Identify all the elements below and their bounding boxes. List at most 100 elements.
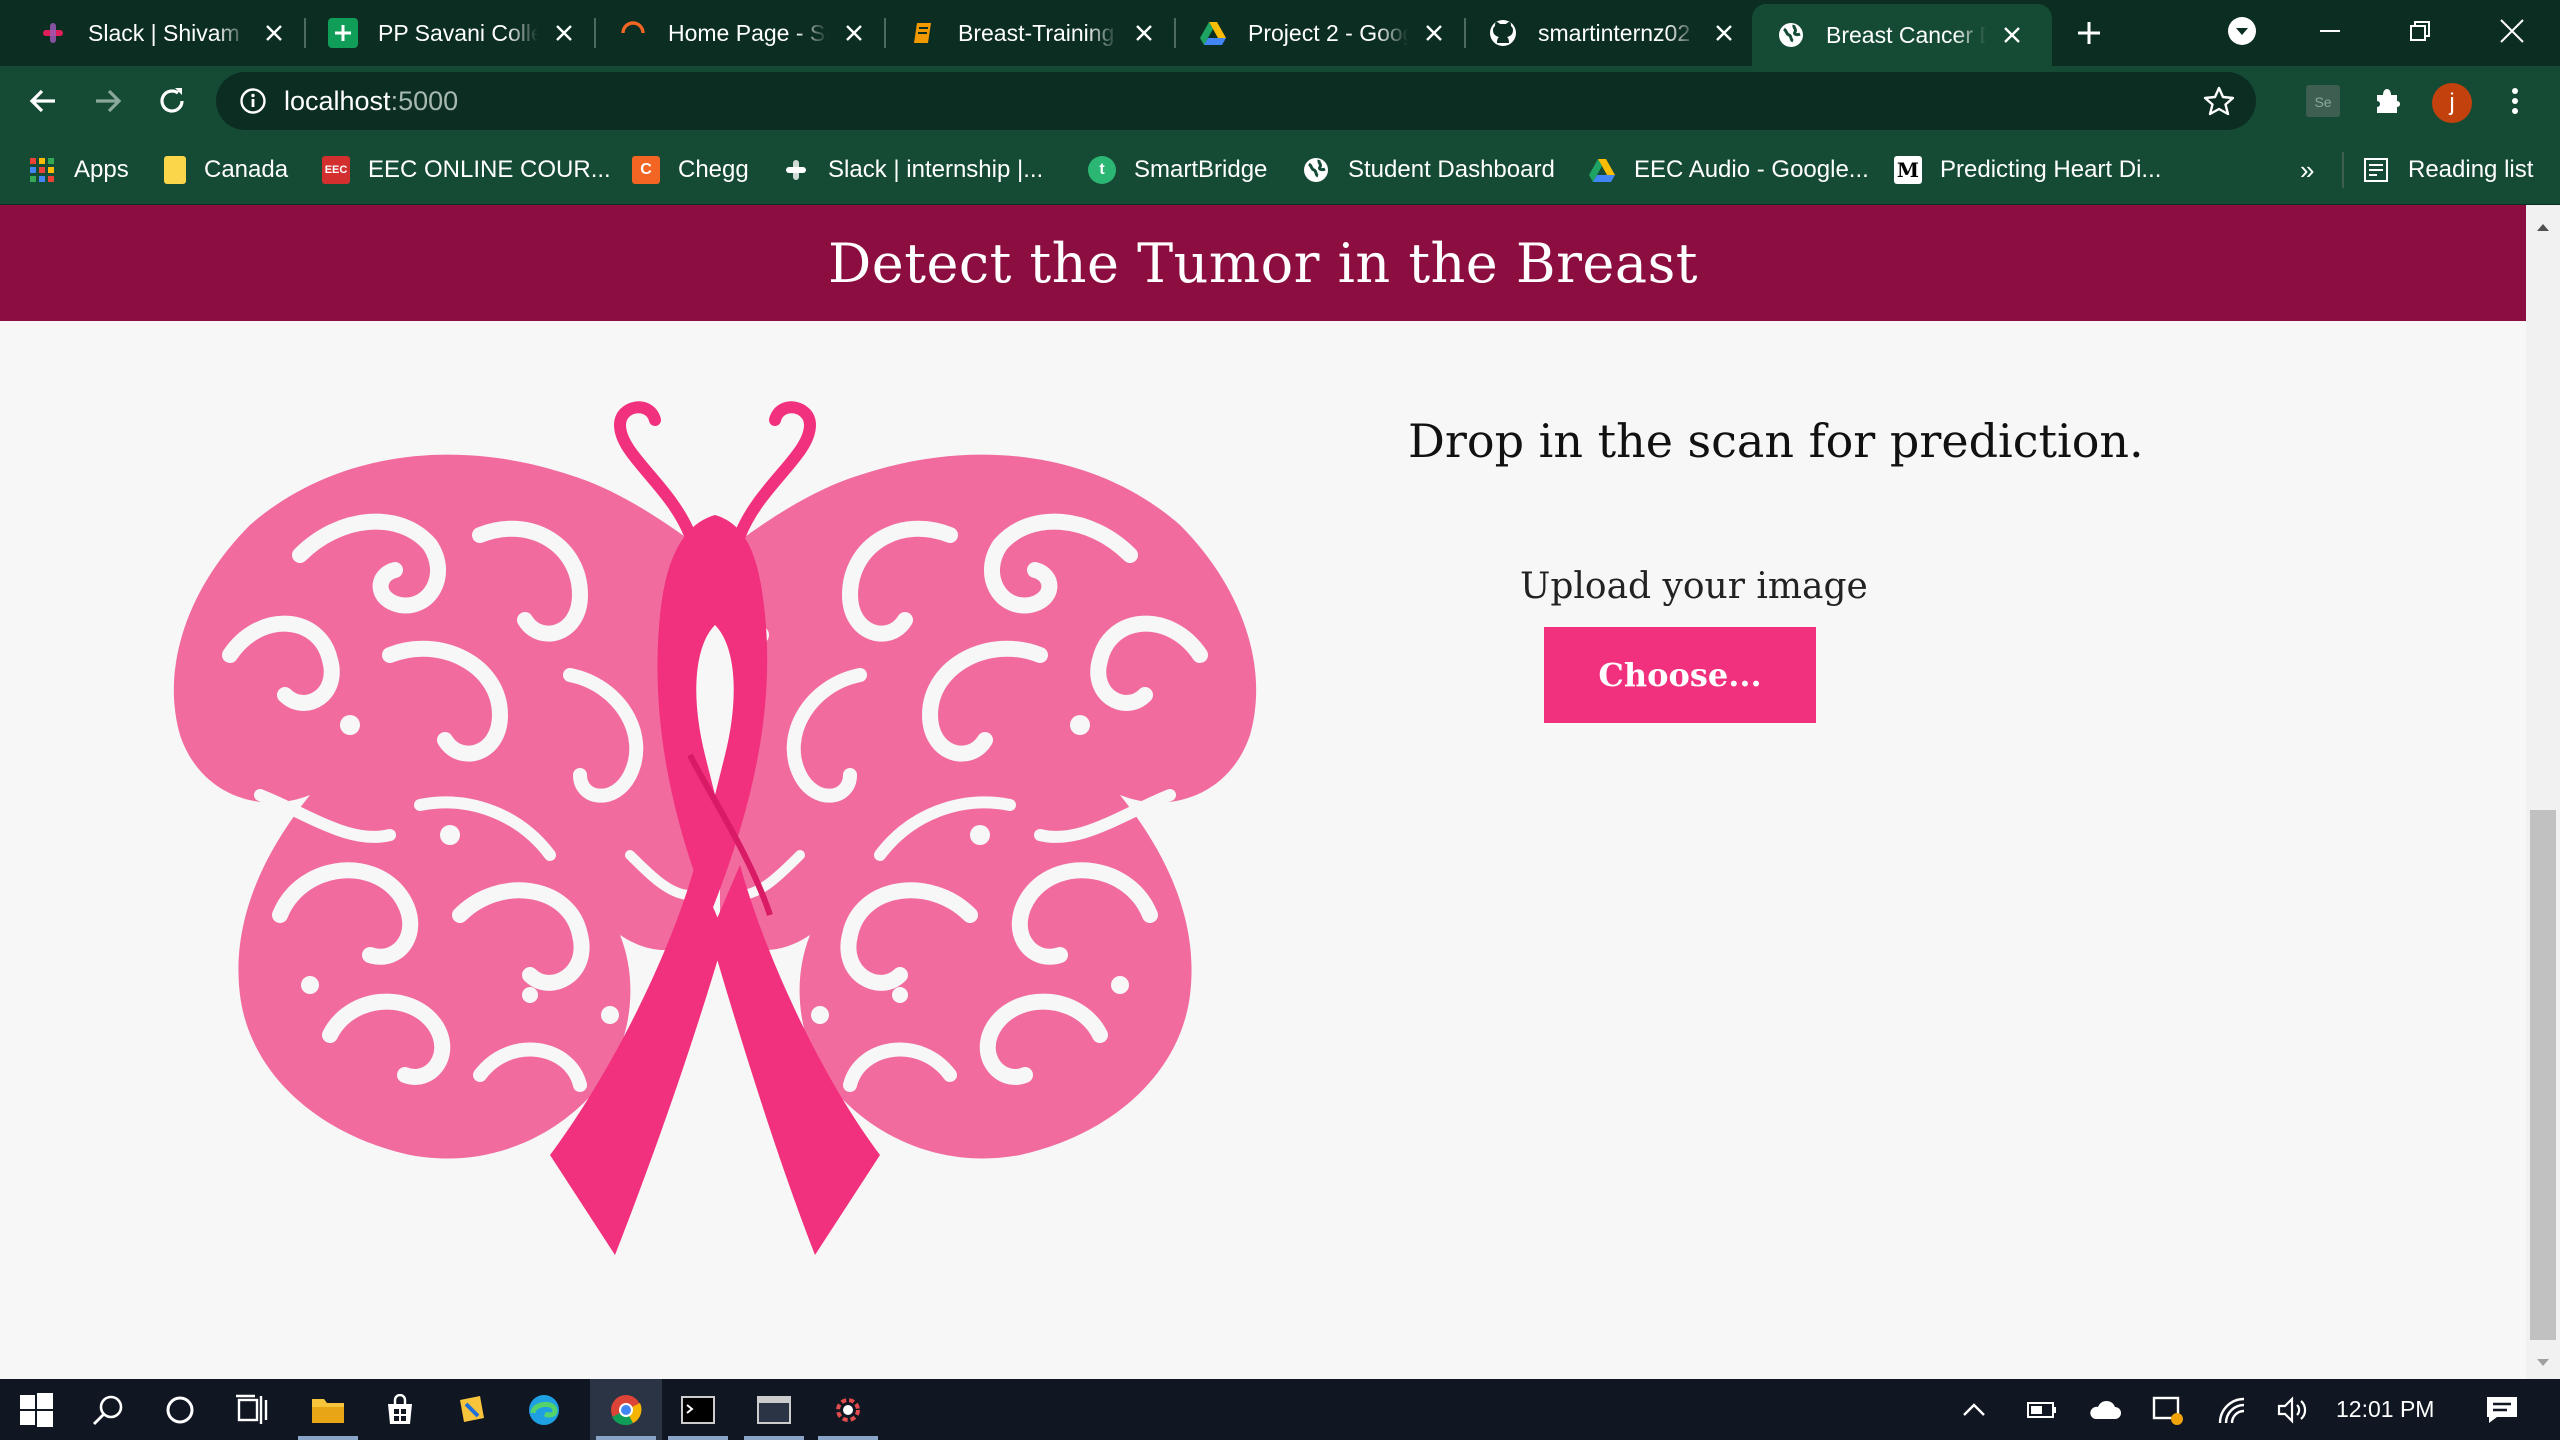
close-tab-icon[interactable]	[1710, 19, 1738, 47]
onedrive-cloud-icon[interactable]	[2082, 1379, 2126, 1440]
close-tab-icon[interactable]	[1420, 19, 1448, 47]
reading-list-icon	[2362, 156, 2390, 184]
system-clock[interactable]: 12:01 PM	[2336, 1379, 2434, 1440]
new-tab-button[interactable]	[2068, 12, 2110, 54]
tab-title: Breast-Training	[958, 19, 1115, 46]
minimize-button[interactable]	[2300, 6, 2360, 56]
scroll-thumb[interactable]	[2530, 810, 2556, 1340]
page-title: Detect the Tumor in the Breast	[828, 231, 1698, 295]
gear-app-icon[interactable]	[812, 1379, 884, 1440]
url-text[interactable]: localhost:5000	[284, 86, 458, 117]
site-info-icon[interactable]	[238, 86, 268, 116]
apps-grid-icon	[28, 156, 56, 184]
bookmark-apps[interactable]: Apps	[28, 150, 129, 190]
bookmark-label: EEC ONLINE COUR...	[368, 156, 611, 183]
volume-icon[interactable]	[2272, 1379, 2316, 1440]
page-header: Detect the Tumor in the Breast	[0, 205, 2526, 321]
tab-search-button[interactable]	[2212, 6, 2272, 56]
more-menu-icon[interactable]	[2490, 76, 2540, 126]
search-icon[interactable]	[72, 1379, 144, 1440]
sticky-notes-icon[interactable]	[436, 1379, 508, 1440]
update-notification-icon[interactable]	[2146, 1379, 2190, 1440]
bookmark-label: EEC Audio - Google...	[1634, 156, 1869, 183]
profile-avatar[interactable]: j	[2432, 83, 2472, 123]
scroll-down-arrow-icon[interactable]	[2526, 1351, 2560, 1375]
bookmark-canada[interactable]: Canada	[164, 150, 288, 190]
smartbridge-icon: t	[1088, 156, 1116, 184]
tab-github[interactable]: smartinternz02	[1450, 0, 1738, 66]
tab-project2-drive[interactable]: Project 2 - Google Drive	[1160, 0, 1448, 66]
reading-list-button[interactable]: Reading list	[2362, 150, 2533, 190]
close-tab-icon[interactable]	[550, 19, 578, 47]
edge-browser-icon[interactable]	[508, 1379, 580, 1440]
tab-title: Breast Cancer Detection	[1826, 21, 1986, 48]
sheets-icon	[328, 18, 358, 48]
bookmark-label: Slack | internship |...	[828, 156, 1044, 183]
tab-title: Home Page - SmartInternz	[668, 19, 828, 46]
eec-logo-icon: EEC	[322, 156, 350, 184]
browser-toolbar: localhost:5000 Se j	[0, 66, 2560, 136]
address-bar[interactable]: localhost:5000	[216, 72, 2256, 130]
tab-pp-savani[interactable]: PP Savani College	[290, 0, 578, 66]
scroll-up-arrow-icon[interactable]	[2526, 215, 2560, 239]
bookmark-label: Chegg	[678, 156, 749, 183]
bookmark-label: Apps	[74, 156, 129, 183]
chegg-icon: C	[632, 156, 660, 184]
svg-text:Se: Se	[2314, 94, 2331, 110]
window-app-icon[interactable]	[738, 1379, 810, 1440]
slack-icon	[782, 156, 810, 184]
bookmarks-divider	[2342, 152, 2344, 188]
butterfly-ribbon-image	[150, 395, 1280, 1255]
close-tab-icon[interactable]	[840, 19, 868, 47]
task-view-icon[interactable]	[216, 1379, 288, 1440]
close-tab-icon[interactable]	[260, 19, 288, 47]
close-window-button[interactable]	[2482, 6, 2542, 56]
tab-title: PP Savani College	[378, 19, 538, 46]
upload-label: Upload your image	[1520, 566, 1868, 607]
reload-button[interactable]	[147, 76, 197, 126]
file-explorer-icon[interactable]	[292, 1379, 364, 1440]
close-tab-icon[interactable]	[1998, 21, 2026, 49]
medium-icon: M	[1894, 156, 1922, 184]
tab-title: Project 2 - Google Drive	[1248, 19, 1408, 46]
page-scrollbar[interactable]	[2526, 205, 2560, 1379]
github-icon	[1488, 18, 1518, 48]
choose-file-button[interactable]: Choose...	[1544, 627, 1816, 723]
colab-icon	[908, 18, 938, 48]
terminal-icon[interactable]	[662, 1379, 734, 1440]
bookmark-predicting-heart[interactable]: M Predicting Heart Di...	[1894, 150, 2161, 190]
cortana-icon[interactable]	[144, 1379, 216, 1440]
restore-button[interactable]	[2390, 6, 2450, 56]
bookmark-eec-audio[interactable]: EEC Audio - Google...	[1588, 150, 1869, 190]
bookmark-chegg[interactable]: C Chegg	[632, 150, 749, 190]
url-host: localhost	[284, 85, 391, 116]
windows-taskbar: 12:01 PM	[0, 1379, 2560, 1440]
tab-title: smartinternz02	[1538, 19, 1691, 46]
bookmarks-overflow-button[interactable]: »	[2300, 150, 2314, 190]
url-port: :5000	[390, 85, 459, 116]
chrome-browser-icon[interactable]	[590, 1379, 662, 1440]
bookmark-eec-online[interactable]: EEC EEC ONLINE COUR...	[322, 150, 611, 190]
bookmark-slack-internship[interactable]: Slack | internship |...	[782, 150, 1043, 190]
notifications-icon[interactable]	[2472, 1379, 2532, 1440]
tab-slack[interactable]: Slack | Shivam Savani	[0, 0, 288, 66]
wifi-icon[interactable]	[2210, 1379, 2254, 1440]
battery-icon[interactable]	[2020, 1379, 2064, 1440]
show-hidden-icons-chevron-icon[interactable]	[1954, 1379, 1994, 1440]
upload-prompt-heading: Drop in the scan for prediction.	[1408, 414, 2144, 468]
tab-breast-cancer-active[interactable]: Breast Cancer Detection	[1752, 4, 2052, 66]
bookmark-star-icon[interactable]	[2202, 84, 2236, 118]
tab-strip: Slack | Shivam Savani PP Savani College …	[0, 0, 2560, 66]
start-button[interactable]	[0, 1379, 72, 1440]
tab-breast-training[interactable]: Breast-Training	[870, 0, 1158, 66]
back-button[interactable]	[18, 76, 68, 126]
close-tab-icon[interactable]	[1130, 19, 1158, 47]
bookmark-label: Student Dashboard	[1348, 156, 1555, 183]
microsoft-store-icon[interactable]	[364, 1379, 436, 1440]
tab-smartinternz-home[interactable]: Home Page - SmartInternz	[580, 0, 868, 66]
bookmark-student-dashboard[interactable]: Student Dashboard	[1302, 150, 1555, 190]
extensions-puzzle-icon[interactable]	[2362, 76, 2412, 126]
bookmark-smartbridge[interactable]: t SmartBridge	[1088, 150, 1267, 190]
extension-se-icon[interactable]: Se	[2298, 76, 2348, 126]
forward-button[interactable]	[83, 76, 133, 126]
